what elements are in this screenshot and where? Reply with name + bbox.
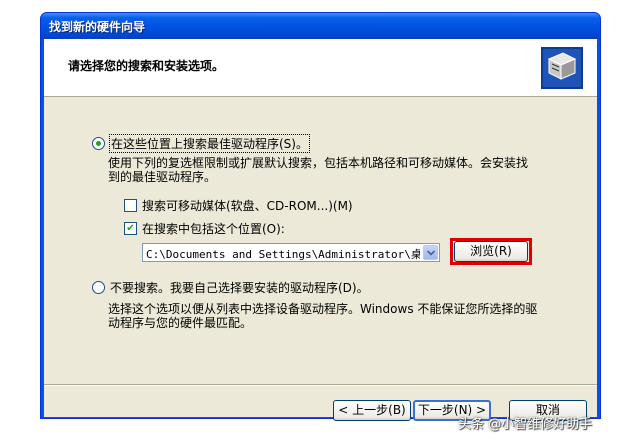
removable-media-checkbox[interactable]: [124, 199, 137, 212]
location-combobox-value[interactable]: C:\Documents and Settings\Administrator\…: [146, 246, 420, 262]
title-bar[interactable]: 找到新的硬件向导: [41, 13, 600, 39]
wizard-header: 请选择您的搜索和安装选项。: [44, 39, 597, 97]
include-location-checkbox-row[interactable]: ✔ 在搜索中包括这个位置(O):: [124, 220, 285, 237]
wizard-client-area: 请选择您的搜索和安装选项。 在这些位置上搜索最佳驱动程序(S)。 使用下列的复选…: [44, 39, 597, 421]
page-title: 请选择您的搜索和安装选项。: [68, 59, 225, 73]
search-option-radio[interactable]: [92, 137, 105, 150]
browse-button[interactable]: 浏览(R): [454, 241, 528, 262]
search-option-description-line1: 使用下列的复选框限制或扩展默认搜索，包括本机路径和可移动媒体。会安装找: [108, 156, 529, 170]
removable-media-checkbox-row[interactable]: 搜索可移动媒体(软盘、CD-ROM...)(M): [124, 197, 353, 214]
search-option-description-line2: 到的最佳驱动程序。: [108, 170, 217, 184]
manual-option-row[interactable]: 不要搜索。我要自己选择要安装的驱动程序(D)。: [92, 279, 369, 296]
include-location-label: 在搜索中包括这个位置(O):: [142, 222, 285, 236]
search-option-row[interactable]: 在这些位置上搜索最佳驱动程序(S)。: [92, 134, 310, 153]
removable-media-label: 搜索可移动媒体(软盘、CD-ROM...)(M): [142, 199, 353, 213]
window-title: 找到新的硬件向导: [49, 20, 146, 34]
search-option-label[interactable]: 在这些位置上搜索最佳驱动程序(S)。: [109, 134, 310, 153]
back-button[interactable]: < 上一步(B): [333, 400, 411, 421]
footer-separator: [44, 384, 597, 386]
manual-option-description-line1: 选择这个选项以便从列表中选择设备驱动程序。Windows 不能保证您所选择的驱: [108, 302, 538, 316]
manual-option-description-line2: 动程序与您的硬件最匹配。: [108, 316, 253, 330]
chevron-down-icon[interactable]: [423, 245, 438, 260]
include-location-checkbox[interactable]: ✔: [124, 222, 137, 235]
hardware-wizard-icon: [541, 47, 583, 89]
watermark-text: 头条 @小智维修好助手: [458, 417, 593, 432]
manual-option-label[interactable]: 不要搜索。我要自己选择要安装的驱动程序(D)。: [110, 279, 369, 296]
wizard-window: 找到新的硬件向导 请选择您的搜索和安装选项。 在这些位置上搜索最佳驱动程序(S)…: [40, 12, 601, 421]
location-combobox[interactable]: C:\Documents and Settings\Administrator\…: [142, 243, 440, 262]
manual-option-radio[interactable]: [92, 281, 105, 294]
